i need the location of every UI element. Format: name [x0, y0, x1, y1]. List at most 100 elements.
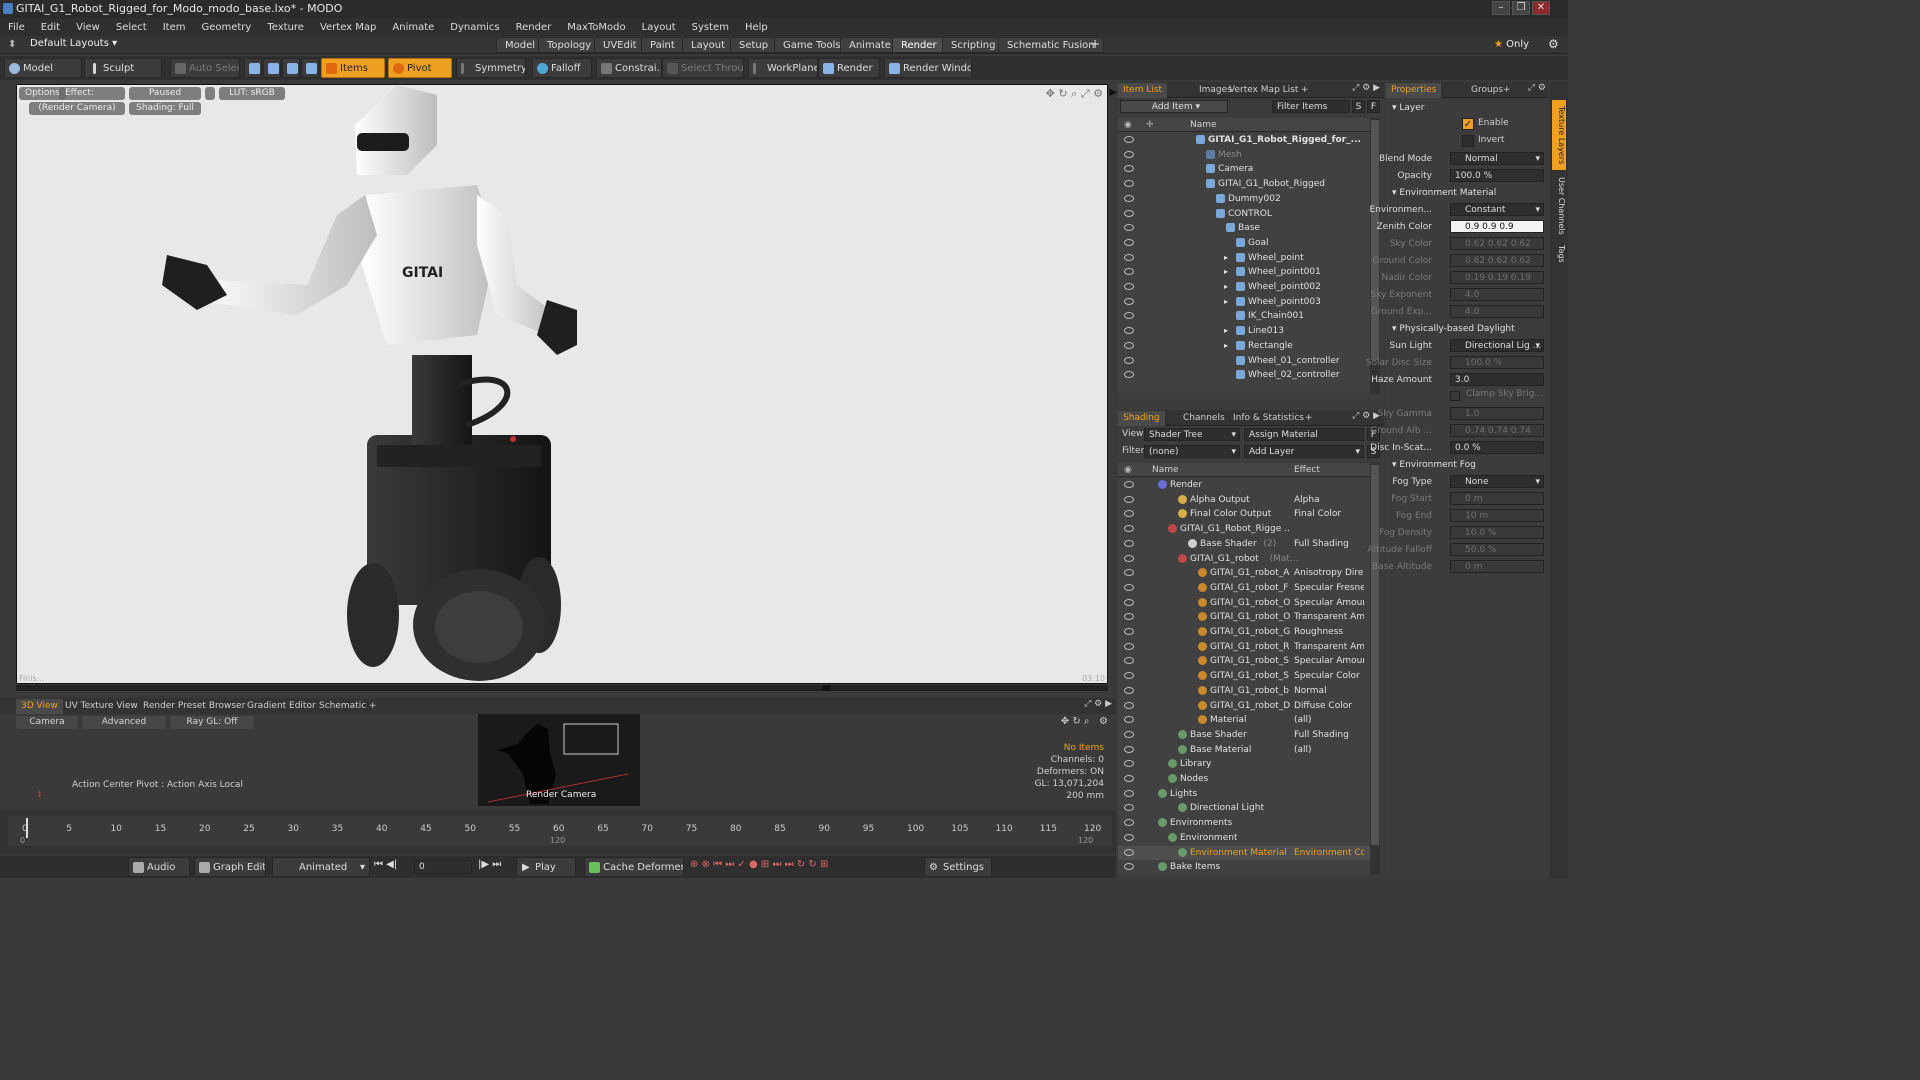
visibility-eye-icon[interactable]: [1124, 569, 1134, 577]
shader-tree-row[interactable]: Alpha Output Alpha: [1118, 493, 1370, 507]
shader-row-effect[interactable]: Specular Amount: [1294, 654, 1364, 668]
visibility-eye-icon[interactable]: [1124, 495, 1134, 503]
move-view-icon[interactable]: ✥: [1046, 87, 1055, 100]
shader-tree-row[interactable]: GITAI_G1_robot_Di... Diffuse Color: [1118, 699, 1370, 713]
visibility-eye-icon[interactable]: [1124, 327, 1134, 335]
pivot-mode-button[interactable]: Pivot: [388, 58, 452, 78]
shader-tree-row[interactable]: Bake Items: [1118, 860, 1370, 874]
visibility-eye-icon[interactable]: [1124, 356, 1134, 364]
itemlist-row[interactable]: ▸ Line013: [1118, 324, 1370, 338]
menu-render[interactable]: Render: [508, 22, 560, 33]
tab-item-list[interactable]: Item List: [1118, 83, 1168, 98]
tab-render[interactable]: Render: [892, 37, 946, 53]
panel-gear-icon[interactable]: ⤢ ⚙ ▶: [1352, 83, 1380, 93]
add-layout-tab-button[interactable]: +: [1090, 37, 1100, 51]
visibility-eye-icon[interactable]: [1124, 165, 1134, 173]
animated-dropdown[interactable]: Animated ▾: [272, 857, 370, 877]
graph-editor-button[interactable]: Graph Editor: [194, 857, 266, 877]
viewport-scrollbar[interactable]: [16, 685, 1108, 691]
expand-arrow-icon[interactable]: ▸: [1224, 339, 1228, 353]
visibility-eye-icon[interactable]: [1124, 642, 1134, 650]
shader-tree-row[interactable]: GITAI_G1_robot (Mat...: [1118, 552, 1370, 566]
visibility-eye-icon[interactable]: [1124, 209, 1134, 217]
visibility-eye-icon[interactable]: [1124, 510, 1134, 518]
visibility-eye-icon[interactable]: [1124, 194, 1134, 202]
shader-row-effect[interactable]: Diffuse Color: [1294, 699, 1364, 713]
skip-forward-icons[interactable]: |▶ ⏭: [478, 859, 501, 870]
add-panel-tab[interactable]: +: [1296, 83, 1314, 98]
constrain-button[interactable]: Constrai...: [596, 58, 662, 78]
visibility-eye-icon[interactable]: [1124, 150, 1134, 158]
itemlist-row[interactable]: ▸ Wheel_point001: [1118, 265, 1370, 279]
ground-color-field[interactable]: 0.62 0.62 0.62: [1450, 254, 1544, 267]
expand-arrow-icon[interactable]: ▸: [1224, 265, 1228, 279]
tab-user-channels[interactable]: User Channels: [1552, 174, 1566, 238]
bottom-panel-gear-icon[interactable]: ⤢ ⚙ ▶: [1084, 699, 1112, 709]
filter-items-input[interactable]: Filter Items: [1272, 100, 1350, 113]
camera-selector[interactable]: (Render Camera): [29, 102, 125, 115]
tab-3d-view[interactable]: 3D View: [16, 699, 63, 714]
tab-schematic[interactable]: Schematic: [314, 699, 371, 714]
viewport-scroll-handle[interactable]: [822, 685, 830, 691]
fog-density-field[interactable]: 10.0 %: [1450, 526, 1544, 539]
visibility-eye-icon[interactable]: [1124, 583, 1134, 591]
select-edges-button[interactable]: [263, 58, 281, 78]
visibility-eye-icon[interactable]: [1124, 136, 1134, 143]
shader-row-effect[interactable]: Transparent Am...: [1294, 640, 1364, 654]
menu-vertex-map[interactable]: Vertex Map: [312, 22, 384, 33]
fog-end-field[interactable]: 10 m: [1450, 509, 1544, 522]
ground-albedo-field[interactable]: 0.74 0.74 0.74: [1450, 424, 1544, 437]
advanced-button[interactable]: Advanced: [82, 716, 166, 729]
visibility-eye-icon[interactable]: [1124, 312, 1134, 320]
visibility-eye-icon[interactable]: [1124, 628, 1134, 635]
settings-button[interactable]: ⚙ Settings: [924, 857, 992, 877]
visibility-eye-icon[interactable]: [1124, 268, 1134, 276]
skip-back-icons[interactable]: ⏮ ◀|: [374, 859, 397, 870]
base-altitude-field[interactable]: 0 m: [1450, 560, 1544, 573]
visibility-eye-icon[interactable]: [1124, 716, 1134, 724]
visibility-eye-icon[interactable]: [1124, 598, 1134, 606]
sky-exponent-field[interactable]: 4.0: [1450, 288, 1544, 301]
shader-tree-row[interactable]: GITAI_G1_Robot_Rigge ...: [1118, 522, 1370, 536]
menu-item[interactable]: Item: [155, 22, 194, 33]
layout-selector[interactable]: Default Layouts ▾: [30, 38, 117, 49]
tab-shading[interactable]: Shading: [1118, 411, 1165, 426]
sun-light-dropdown[interactable]: Directional Lig ... ▾: [1450, 339, 1544, 352]
visibility-eye-icon[interactable]: [1124, 775, 1134, 782]
add-item-dropdown[interactable]: Add Item ▾: [1120, 100, 1228, 113]
collapse-arrow-icon[interactable]: ⬍: [8, 39, 16, 50]
shader-row-effect[interactable]: Full Shading: [1294, 728, 1364, 742]
fog-start-field[interactable]: 0 m: [1450, 492, 1544, 505]
tab-schematic-fusion[interactable]: Schematic Fusion: [998, 37, 1104, 53]
visibility-eye-icon[interactable]: [1124, 686, 1134, 694]
itemlist-row[interactable]: ▸ Wheel_point002: [1118, 280, 1370, 294]
section-daylight[interactable]: ▾ Physically-based Daylight: [1392, 322, 1515, 336]
itemlist-row[interactable]: GITAI_G1_Robot_Rigged: [1118, 177, 1370, 191]
shader-row-effect[interactable]: Specular Amount: [1294, 596, 1364, 610]
expand-arrow-icon[interactable]: ▸: [1224, 251, 1228, 265]
tab-topology[interactable]: Topology: [538, 37, 601, 53]
disc-inscatter-field[interactable]: 0.0 %: [1450, 441, 1544, 454]
visibility-eye-icon[interactable]: [1124, 297, 1134, 305]
shader-row-effect[interactable]: Environment Co...: [1294, 846, 1364, 860]
visibility-eye-icon[interactable]: [1124, 180, 1134, 188]
enable-checkbox[interactable]: ✓: [1462, 118, 1474, 130]
shader-tree-row[interactable]: Base Material (all): [1118, 743, 1370, 757]
visibility-eye-icon[interactable]: [1124, 341, 1134, 349]
section-layer[interactable]: ▾ Layer: [1392, 101, 1424, 115]
audio-button[interactable]: Audio: [128, 857, 190, 877]
play-button[interactable]: ▶ Play: [516, 857, 576, 877]
shader-row-effect[interactable]: Alpha: [1294, 493, 1364, 507]
shader-tree-row[interactable]: GITAI_G1_robot_S ... Specular Amount: [1118, 654, 1370, 668]
visibility-eye-icon[interactable]: [1124, 789, 1134, 797]
viewport-expand-arrow-icon[interactable]: ▶: [1109, 87, 1117, 98]
tab-uv-texture-view[interactable]: UV Texture View: [60, 699, 143, 714]
3d-viewport[interactable]: Options Effect: (Shadi... Paused LUT: sR…: [16, 84, 1117, 684]
shader-tree-row[interactable]: GITAI_G1_robot_O... Specular Amount: [1118, 596, 1370, 610]
visibility-eye-icon[interactable]: [1124, 760, 1134, 768]
visibility-eye-icon[interactable]: [1124, 863, 1134, 871]
shader-tree-row[interactable]: GITAI_G1_robot_Gl... Roughness: [1118, 625, 1370, 639]
visibility-eye-icon[interactable]: [1124, 804, 1134, 812]
view-dropdown[interactable]: Shader Tree ▾: [1144, 428, 1240, 441]
bottom-nav-icons[interactable]: ✥ ↻ ⌕ ⚙: [1061, 716, 1108, 727]
